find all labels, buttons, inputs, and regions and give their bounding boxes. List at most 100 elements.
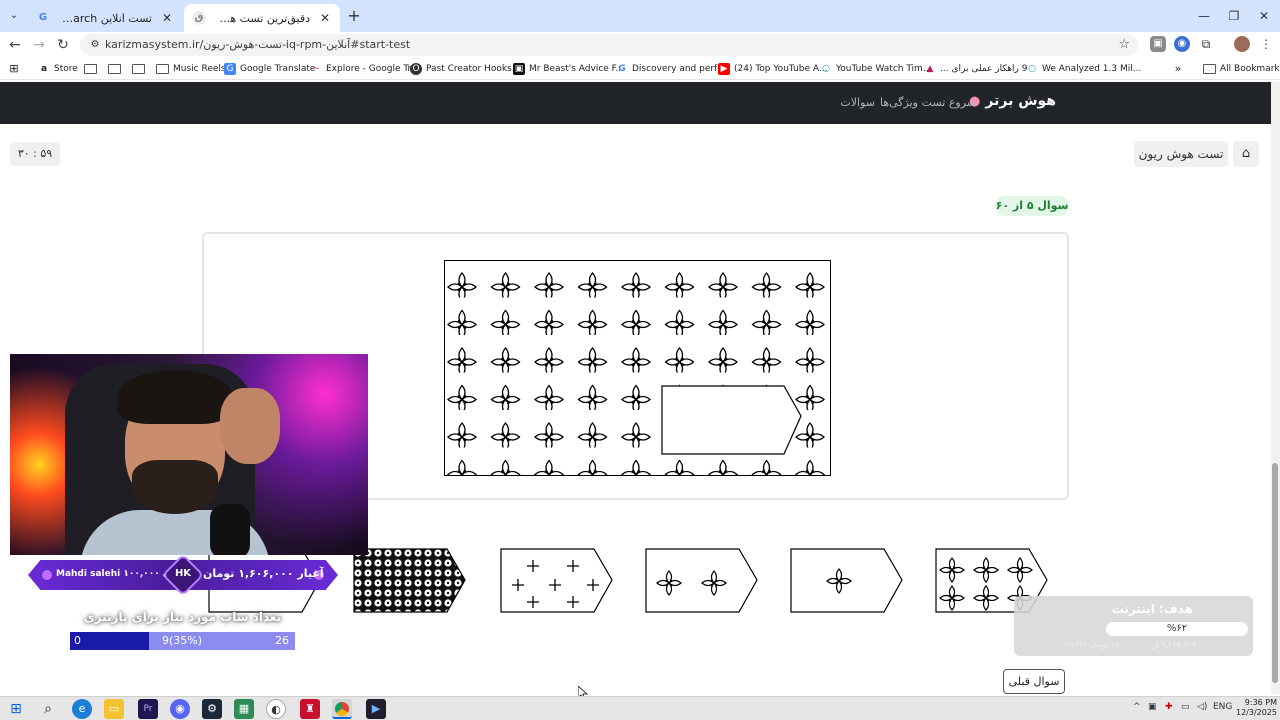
answer-option-4[interactable] xyxy=(645,548,758,613)
windows-taskbar: ⊞ ⌕ e ▭ Pr ◉ ⚙ ▦ ◐ ♜ ▶ ^ ▣ ✚ ▭ ◁) ENG 9:… xyxy=(0,696,1280,720)
bookmark-explore-google-trends[interactable]: ~ Explore - Google Tr... xyxy=(310,62,419,76)
donation-goal-amount: ۹,۳۶۷,۶۰۹ از ۱۵,۰۰۰,۰۰۰ تومان (۶۲%) xyxy=(1064,640,1197,649)
calculator-icon[interactable]: ▦ xyxy=(234,699,254,719)
windows-start-icon[interactable]: ⊞ xyxy=(6,699,26,719)
medium-icon: ▣ xyxy=(513,63,525,75)
folder-icon xyxy=(1203,64,1216,74)
bookmark-store[interactable]: a Store xyxy=(38,62,78,76)
new-tab-button[interactable]: + xyxy=(344,6,364,26)
answer-option-3[interactable] xyxy=(500,548,613,613)
answer-option-5[interactable] xyxy=(790,548,903,613)
tray-app-icon[interactable]: ▣ xyxy=(1148,702,1157,712)
donation-right-text: آغیار ۱,۶۰۶,۰۰۰ تومان xyxy=(203,567,324,580)
restore-icon[interactable]: ❐ xyxy=(1219,0,1249,32)
previous-question-button[interactable]: سوال قبلی xyxy=(1003,669,1065,694)
bookmark-past-creator-hooks[interactable]: O Past Creator Hooks... xyxy=(410,62,520,76)
tab-search-button[interactable]: ⌄ xyxy=(4,6,24,26)
edge-icon[interactable]: e xyxy=(72,699,92,719)
game-launcher-icon[interactable]: ♜ xyxy=(300,699,320,719)
minimize-icon[interactable]: — xyxy=(1189,0,1219,32)
search-icon[interactable]: ⌕ xyxy=(38,699,58,719)
question-counter-badge: سوال ۵ از ۶۰ xyxy=(995,196,1069,216)
chrome-icon[interactable] xyxy=(332,699,352,719)
reload-icon[interactable]: ↻ xyxy=(52,34,74,56)
streamer-beard xyxy=(132,460,218,514)
bookmark-youtube-watch-time[interactable]: ○ YouTube Watch Tim... xyxy=(820,62,931,76)
home-icon: ⌂ xyxy=(1241,146,1251,161)
folder-icon xyxy=(84,64,97,74)
scrollbar-thumb[interactable] xyxy=(1272,463,1278,683)
nav-features[interactable]: ویژگی‌ها xyxy=(880,96,918,109)
nav-questions[interactable]: سوالات xyxy=(840,96,875,109)
tray-chevron-icon[interactable]: ^ xyxy=(1133,702,1141,712)
bookmark-folder[interactable] xyxy=(132,62,145,76)
taskbar-clock[interactable]: 9:36 PM 12/3/2025 xyxy=(1236,698,1277,718)
sub-goal-progress-bar: 0 9(35%) 26 xyxy=(70,632,295,650)
countdown-timer: ۳۰ : ۵۹ xyxy=(10,142,60,166)
bookmark-top-youtube[interactable]: ▶ (24) Top YouTube A... xyxy=(718,62,827,76)
menu-kebab-icon[interactable]: ⋮ xyxy=(1258,36,1274,52)
forward-icon[interactable]: → xyxy=(28,34,50,56)
folder-icon xyxy=(156,64,169,74)
hk-badge-text: HK xyxy=(174,568,192,579)
answer-option-2[interactable] xyxy=(353,548,466,613)
back-icon[interactable]: ← xyxy=(4,34,26,56)
sub-goal-label: تعداد ساب مورد نیاز برای پارتنری xyxy=(83,610,282,624)
trends-icon: ~ xyxy=(312,64,320,74)
test-title-button[interactable]: تست هوش ریون xyxy=(1134,141,1228,167)
site-brand[interactable]: ● هوش برتر xyxy=(969,93,1056,109)
bookmark-we-analyzed[interactable]: ○ We Analyzed 1.3 Mil... xyxy=(1026,62,1141,76)
webcam-overlay xyxy=(10,354,368,555)
nav-start-test[interactable]: شروع تست xyxy=(922,96,976,109)
bookmark-mr-beast-advice[interactable]: ▣ Mr Beast's Advice F... xyxy=(513,62,624,76)
discord-icon[interactable]: ◉ xyxy=(170,699,190,719)
address-bar[interactable]: ⚙ karizmasystem.ir/تست-هوش-ریون-iq-rpm-آ… xyxy=(80,34,1138,56)
network-icon[interactable]: ▭ xyxy=(1181,702,1190,712)
sub-goal-end: 26 xyxy=(275,634,289,647)
apps-grid-icon[interactable]: ⊞ xyxy=(8,62,20,76)
extensions-puzzle-icon[interactable]: ⧉ xyxy=(1198,36,1214,52)
file-explorer-icon[interactable]: ▭ xyxy=(104,699,124,719)
obs-icon[interactable]: ◐ xyxy=(266,699,286,719)
bookmark-persian-article[interactable]: ▲ 9 راهکار عملی برای ... xyxy=(924,62,1028,76)
browser-toolbar: ← → ↻ ⚙ karizmasystem.ir/تست-هوش-ریون-iq… xyxy=(0,32,1280,58)
bookmark-folder[interactable] xyxy=(84,62,97,76)
more-bookmarks-chevron-icon[interactable]: » xyxy=(1172,62,1184,76)
amazon-icon: a xyxy=(40,64,48,74)
premiere-pro-icon[interactable]: Pr xyxy=(138,699,158,719)
bookmark-google-translate[interactable]: G Google Translate xyxy=(224,62,315,76)
profile-avatar-icon[interactable] xyxy=(1234,36,1250,52)
sub-goal-progress-fill xyxy=(70,632,149,650)
bookmark-music-reels[interactable]: Music Reels xyxy=(156,62,226,76)
close-tab-icon[interactable]: ✕ xyxy=(160,11,174,25)
bookmark-folder[interactable] xyxy=(108,62,121,76)
all-bookmarks[interactable]: All Bookmarks xyxy=(1203,62,1280,76)
volume-icon[interactable]: ◁) xyxy=(1197,702,1207,712)
extension-icon[interactable]: ▣ xyxy=(1150,36,1166,52)
google-translate-icon: G xyxy=(224,63,236,75)
app-icon[interactable]: ▶ xyxy=(366,699,386,719)
close-tab-icon[interactable]: ✕ xyxy=(318,11,332,25)
keyboard-language[interactable]: ENG xyxy=(1213,702,1232,712)
tab-title: دقیق‌ترین تست هوش IQ رایگان آ xyxy=(214,11,310,25)
site-info-icon[interactable]: ⚙ xyxy=(88,38,102,52)
steam-icon[interactable]: ⚙ xyxy=(202,699,222,719)
folder-icon xyxy=(108,64,121,74)
microphone xyxy=(210,504,250,555)
donation-goal-title: هدف: اینترنت xyxy=(1111,602,1193,616)
bookmark-star-icon[interactable]: ☆ xyxy=(1118,37,1130,52)
tab-title: تست انلاین iq - Google Search xyxy=(58,11,152,25)
site-navbar: ● هوش برتر شروع تست ویژگی‌ها سوالات xyxy=(0,82,1272,124)
url-text: karizmasystem.ir/تست-هوش-ریون-iq-rpm-آنل… xyxy=(105,38,411,51)
tab-google-search[interactable]: G تست انلاین iq - Google Search ✕ xyxy=(28,4,182,32)
extension-icon[interactable]: ◉ xyxy=(1174,36,1190,52)
home-button[interactable]: ⌂ xyxy=(1233,141,1259,167)
bookmark-discovery-performance[interactable]: G Discovery and perfo... xyxy=(616,62,731,76)
google-favicon-icon: G xyxy=(38,12,48,23)
tab-iq-test[interactable]: ق دقیق‌ترین تست هوش IQ رایگان آ ✕ xyxy=(184,4,340,32)
close-window-icon[interactable]: ✕ xyxy=(1249,0,1279,32)
openai-icon: O xyxy=(410,63,422,75)
sub-goal-start: 0 xyxy=(74,634,81,647)
donation-goal-widget: هدف: اینترنت %۶۲ ۹,۳۶۷,۶۰۹ از ۱۵,۰۰۰,۰۰۰… xyxy=(1014,596,1253,656)
tray-security-icon[interactable]: ✚ xyxy=(1165,702,1173,712)
